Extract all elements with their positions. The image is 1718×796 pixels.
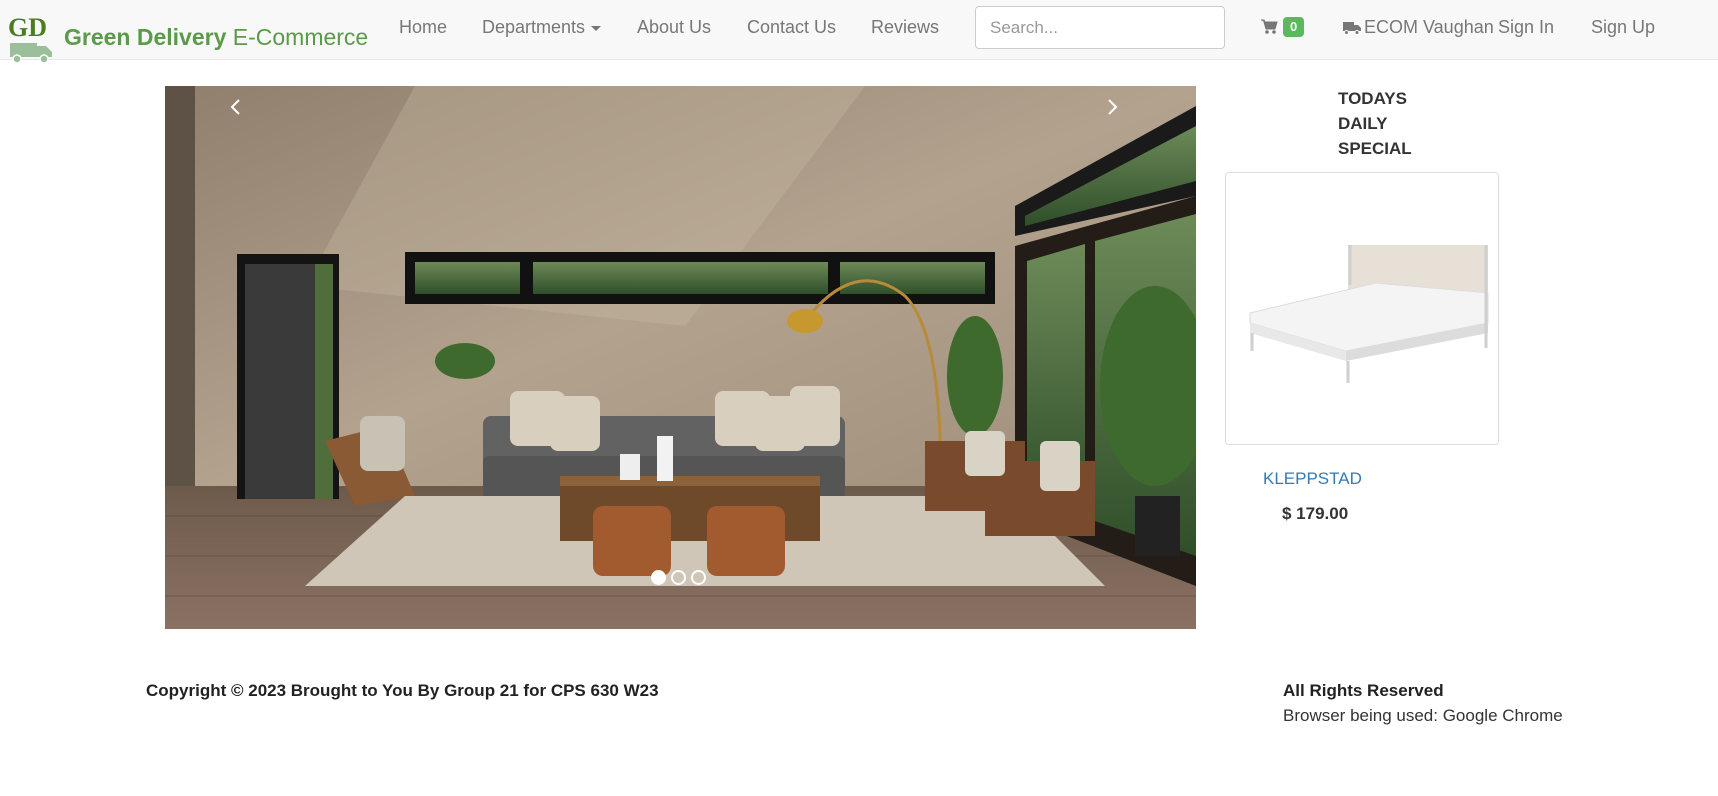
truck-icon bbox=[1343, 22, 1361, 36]
daily-special-title: TODAYS DAILY SPECIAL bbox=[1338, 89, 1412, 158]
caret-down-icon bbox=[591, 25, 602, 31]
carousel-dot-3[interactable] bbox=[691, 570, 706, 585]
nav-departments[interactable]: Departments bbox=[482, 17, 602, 38]
nav-about[interactable]: About Us bbox=[637, 17, 711, 38]
bed-product-image bbox=[1249, 245, 1489, 383]
chevron-left-icon[interactable] bbox=[221, 92, 251, 122]
product-name-link[interactable]: KLEPPSTAD bbox=[1263, 469, 1362, 489]
brand-name-bold: Green Delivery bbox=[64, 24, 227, 50]
svg-text:GD: GD bbox=[8, 14, 47, 42]
cart-button[interactable]: 0 bbox=[1261, 17, 1305, 37]
nav-store-label: ECOM Vaughan bbox=[1364, 17, 1494, 37]
cart-count-badge: 0 bbox=[1283, 17, 1305, 37]
search-input[interactable] bbox=[975, 6, 1225, 49]
browser-info: Browser being used: Google Chrome bbox=[1283, 706, 1563, 725]
shopping-cart-icon bbox=[1261, 19, 1278, 34]
nav-home[interactable]: Home bbox=[399, 17, 447, 38]
carousel-indicators bbox=[651, 570, 706, 585]
rights-text: All Rights Reserved bbox=[1283, 681, 1444, 700]
hero-carousel[interactable] bbox=[165, 86, 1196, 629]
carousel-dot-1[interactable] bbox=[651, 570, 666, 585]
brand-logo: GD bbox=[8, 14, 52, 64]
product-card[interactable] bbox=[1225, 172, 1499, 445]
nav-store[interactable]: ECOM Vaughan bbox=[1343, 17, 1494, 38]
copyright-text: Copyright © 2023 Brought to You By Group… bbox=[146, 681, 659, 700]
navbar: GD Green Delivery E-Commerce Home Depart… bbox=[0, 0, 1718, 64]
nav-departments-label: Departments bbox=[482, 17, 586, 37]
living-room-image bbox=[165, 86, 1196, 629]
chevron-right-icon[interactable] bbox=[1097, 92, 1127, 122]
brand-name: Green Delivery E-Commerce bbox=[64, 24, 368, 51]
carousel-dot-2[interactable] bbox=[671, 570, 686, 585]
nav-reviews[interactable]: Reviews bbox=[871, 17, 939, 38]
product-price: $ 179.00 bbox=[1282, 504, 1349, 523]
brand-name-rest: E-Commerce bbox=[226, 24, 369, 50]
nav-sign-up[interactable]: Sign Up bbox=[1591, 17, 1655, 38]
nav-contact[interactable]: Contact Us bbox=[747, 17, 836, 38]
nav-sign-in[interactable]: Sign In bbox=[1498, 17, 1554, 38]
